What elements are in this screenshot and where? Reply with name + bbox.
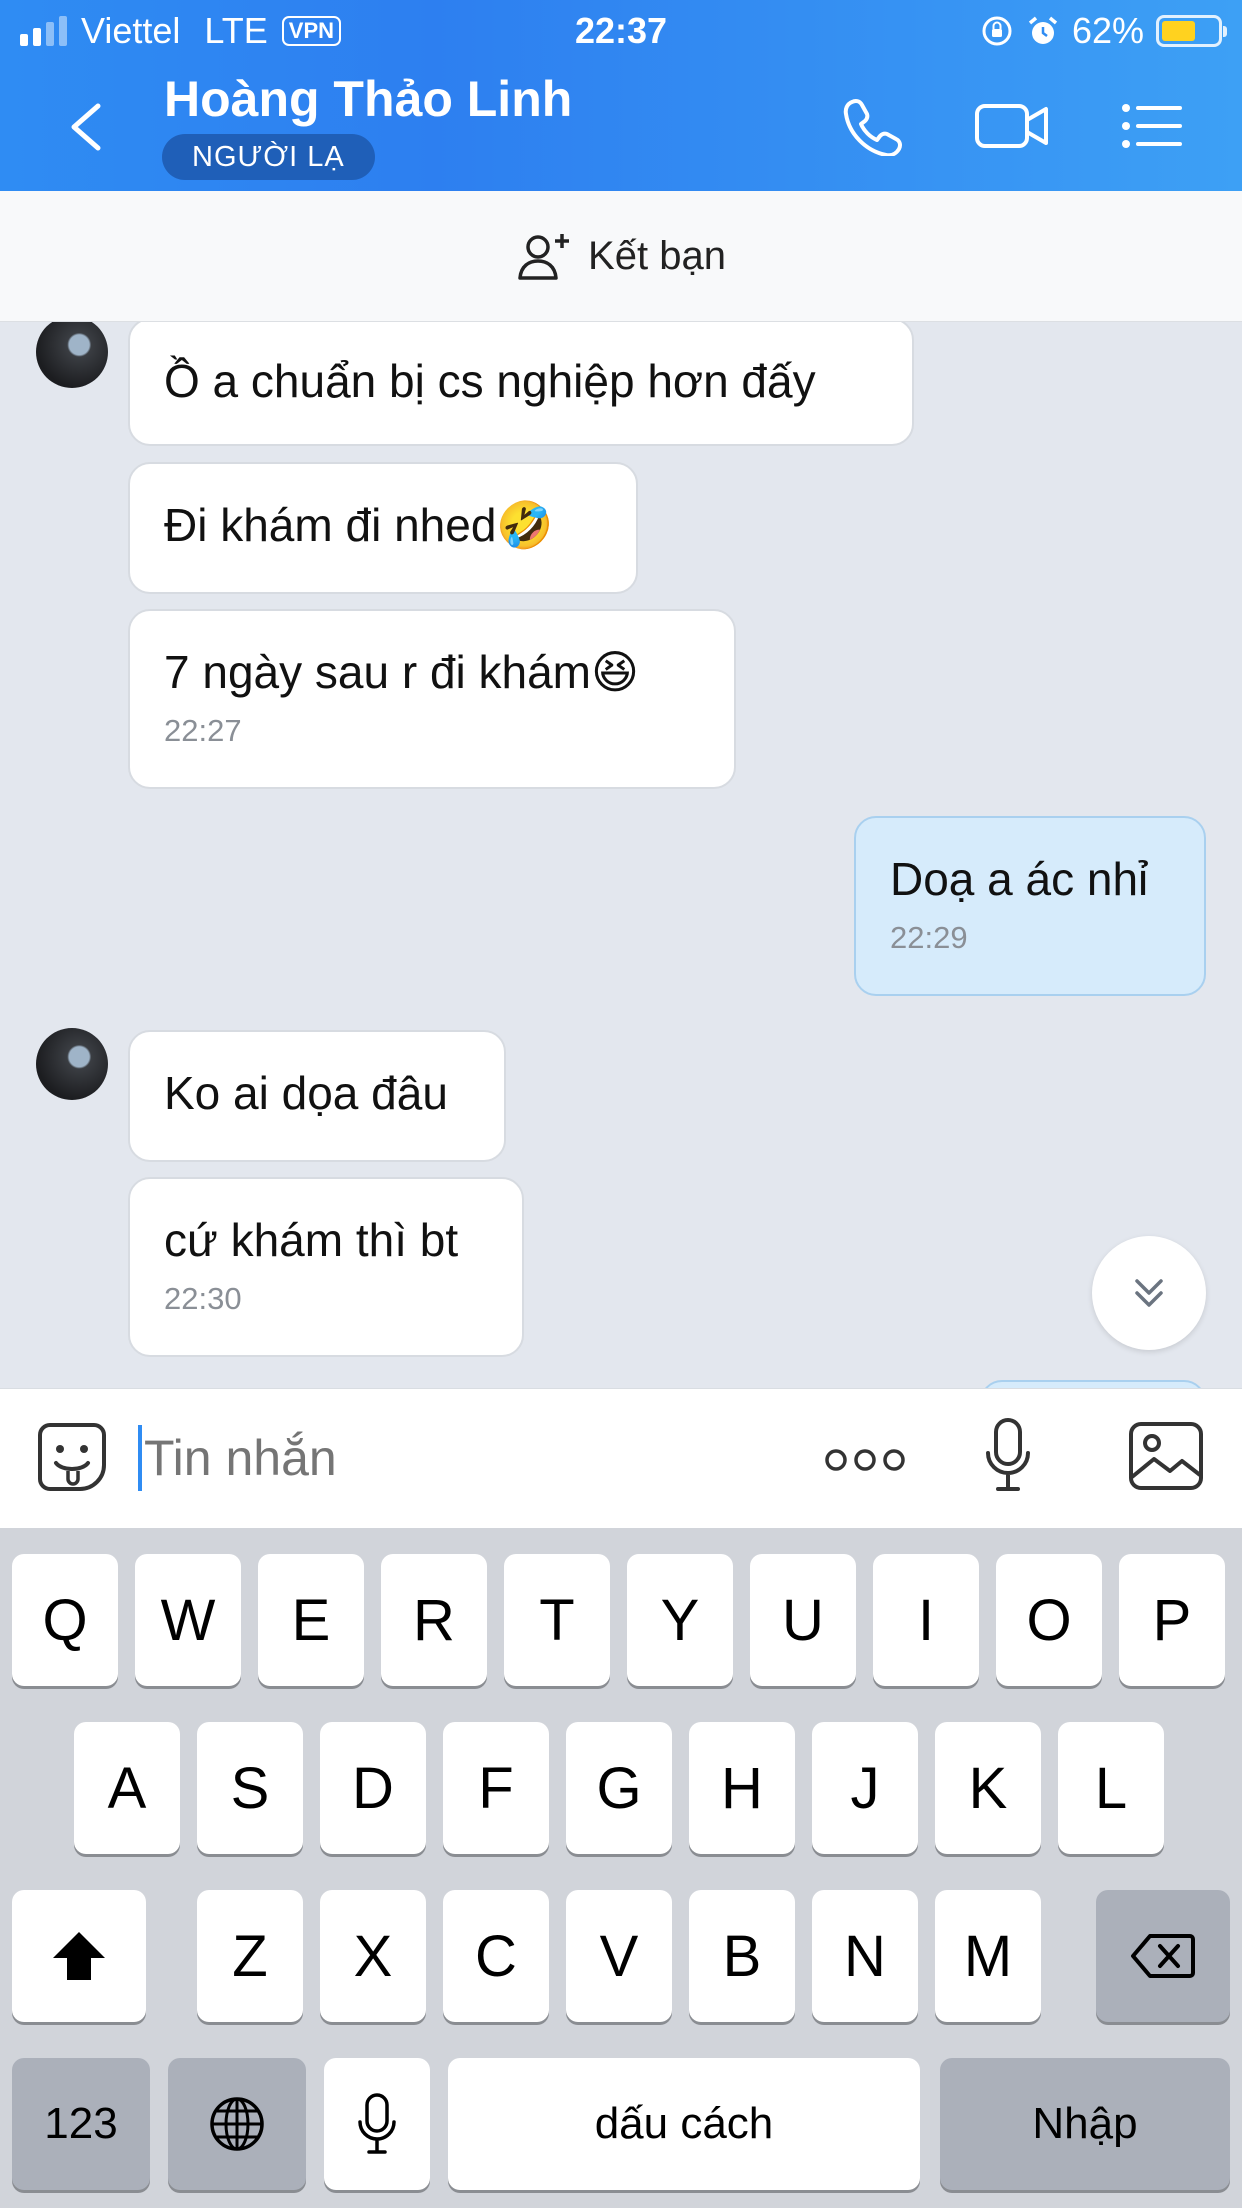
video-call-icon[interactable] <box>974 96 1050 156</box>
key-b[interactable]: B <box>689 1890 795 2022</box>
key-d[interactable]: D <box>320 1722 426 1854</box>
orientation-lock-icon <box>982 16 1012 46</box>
message-text: Ồ a chuẩn bị cs nghiệp hơn đấy <box>164 355 816 407</box>
key-n[interactable]: N <box>812 1890 918 2022</box>
add-person-icon <box>518 234 570 280</box>
message-bubble[interactable]: 7 ngày sau r đi khám😆 22:27 <box>128 609 736 789</box>
return-key[interactable]: Nhập <box>940 2058 1230 2190</box>
key-p[interactable]: P <box>1119 1554 1225 1686</box>
key-t[interactable]: T <box>504 1554 610 1686</box>
dictation-key[interactable] <box>324 2058 430 2190</box>
message-list[interactable]: Ồ a chuẩn bị cs nghiệp hơn đấy Đi khám đ… <box>0 322 1242 1388</box>
message-bubble[interactable]: cứ khám thì bt 22:30 <box>128 1177 524 1357</box>
globe-icon <box>210 2097 264 2151</box>
shift-key[interactable] <box>12 1890 146 2022</box>
key-k[interactable]: K <box>935 1722 1041 1854</box>
microphone-icon <box>358 2093 396 2154</box>
message-bubble[interactable]: Ồ a chuẩn bị cs nghiệp hơn đấy <box>128 322 914 446</box>
key-e[interactable]: E <box>258 1554 364 1686</box>
status-right: 62% <box>980 10 1227 52</box>
my-message-bubble[interactable]: Doạ a ác nhỉ 22:29 <box>854 816 1206 996</box>
battery-icon <box>1156 15 1227 47</box>
message-text: Đi khám đi nhed🤣 <box>164 499 554 551</box>
backspace-key[interactable] <box>1096 1890 1230 2022</box>
menu-list-icon[interactable] <box>1120 96 1184 156</box>
message-text: Ko ai dọa đâu <box>164 1067 448 1119</box>
key-i[interactable]: I <box>873 1554 979 1686</box>
key-u[interactable]: U <box>750 1554 856 1686</box>
microphone-icon[interactable] <box>984 1417 1032 1493</box>
message-time: 22:30 <box>164 1281 242 1316</box>
message-text: Doạ a ác nhỉ <box>890 853 1149 905</box>
add-friend-label: Kết bạn <box>588 233 726 278</box>
double-chevron-down-icon <box>1135 1279 1163 1307</box>
key-w[interactable]: W <box>135 1554 241 1686</box>
scroll-down-button[interactable] <box>1092 1236 1206 1350</box>
key-r[interactable]: R <box>381 1554 487 1686</box>
text-cursor <box>138 1425 142 1491</box>
key-v[interactable]: V <box>566 1890 672 2022</box>
key-s[interactable]: S <box>197 1722 303 1854</box>
message-bubble[interactable]: Đi khám đi nhed🤣 <box>128 462 638 594</box>
message-time: 22:29 <box>890 920 968 955</box>
key-g[interactable]: G <box>566 1722 672 1854</box>
keyboard: Q W E R T Y U I O P A S D F G H J K L Z … <box>0 1528 1242 2208</box>
key-a[interactable]: A <box>74 1722 180 1854</box>
message-text: 7 ngày sau r đi khám😆 <box>164 646 639 698</box>
globe-key[interactable] <box>168 2058 306 2190</box>
alarm-icon <box>1028 16 1058 44</box>
stranger-badge: NGƯỜI LẠ <box>162 134 375 180</box>
avatar[interactable] <box>36 1028 108 1100</box>
message-bubble[interactable]: Ko ai dọa đâu <box>128 1030 506 1162</box>
my-message-bubble-partial[interactable] <box>980 1380 1206 1388</box>
message-text: cứ khám thì bt <box>164 1214 459 1266</box>
key-z[interactable]: Z <box>197 1890 303 2022</box>
image-icon[interactable] <box>1128 1421 1204 1491</box>
shift-icon <box>53 1932 105 1980</box>
key-c[interactable]: C <box>443 1890 549 2022</box>
message-input-bar <box>0 1388 1242 1528</box>
key-o[interactable]: O <box>996 1554 1102 1686</box>
status-bar: Viettel LTE VPN 22:37 62% <box>0 0 1242 62</box>
sticker-icon[interactable] <box>36 1421 108 1493</box>
add-friend-button[interactable]: Kết bạn <box>0 191 1242 322</box>
battery-percent: 62% <box>1071 10 1144 51</box>
message-time: 22:27 <box>164 713 242 748</box>
key-h[interactable]: H <box>689 1722 795 1854</box>
key-m[interactable]: M <box>935 1890 1041 2022</box>
key-j[interactable]: J <box>812 1722 918 1854</box>
contact-name[interactable]: Hoàng Thảo Linh <box>164 70 572 128</box>
phone-icon[interactable] <box>840 96 904 156</box>
key-x[interactable]: X <box>320 1890 426 2022</box>
key-l[interactable]: L <box>1058 1722 1164 1854</box>
backspace-icon <box>1131 1934 1195 1978</box>
more-icon[interactable] <box>824 1445 906 1475</box>
chat-header: Viettel LTE VPN 22:37 62% Hoàng Thảo Lin… <box>0 0 1242 191</box>
space-key[interactable]: dấu cách <box>448 2058 920 2190</box>
key-f[interactable]: F <box>443 1722 549 1854</box>
numbers-key[interactable]: 123 <box>12 2058 150 2190</box>
message-input[interactable] <box>144 1429 784 1487</box>
key-y[interactable]: Y <box>627 1554 733 1686</box>
key-q[interactable]: Q <box>12 1554 118 1686</box>
avatar[interactable] <box>36 322 108 388</box>
back-icon[interactable] <box>60 100 110 154</box>
